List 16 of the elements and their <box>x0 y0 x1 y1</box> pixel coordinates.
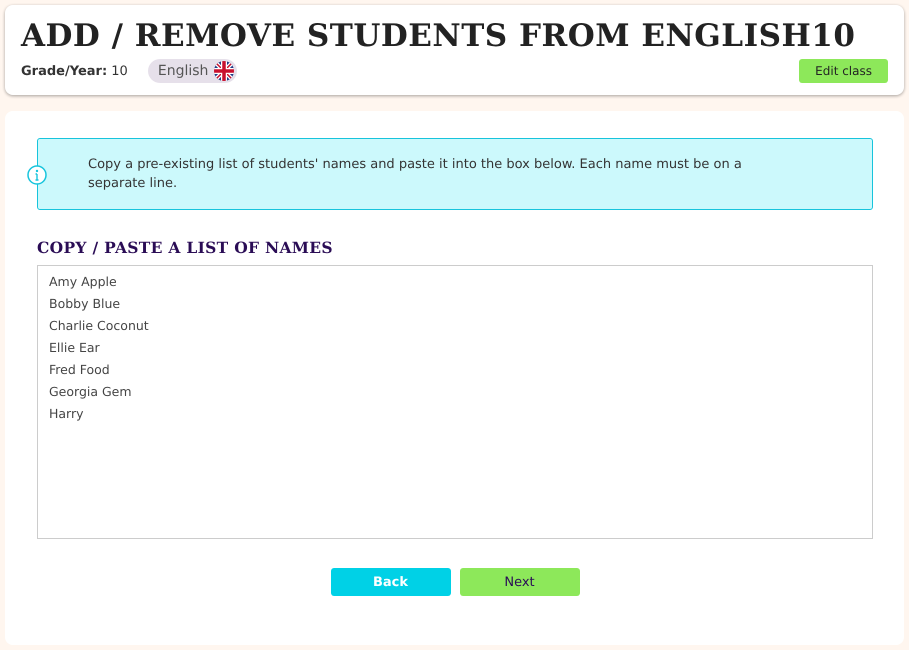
names-field[interactable]: Amy Apple Bobby Blue Charlie Coconut Ellie Ear Fred Food Georgia Gem Harry <box>37 265 873 539</box>
name-line: Harry <box>49 405 85 423</box>
flag-icon <box>214 61 234 81</box>
name-line: Charlie Coconut <box>49 317 150 335</box>
name-line: Bobby Blue <box>49 295 122 313</box>
edit-class-button[interactable]: Edit class <box>799 59 888 83</box>
section-title: COPY / PASTE A LIST OF NAMES <box>37 238 334 257</box>
grade-label: Grade/Year: 10 <box>21 64 128 78</box>
name-line: Ellie Ear <box>49 339 101 357</box>
page-title: ADD / REMOVE STUDENTS FROM ENGLISH10 <box>21 17 856 55</box>
name-line: Fred Food <box>49 361 111 379</box>
name-line: Georgia Gem <box>49 383 133 401</box>
info-text: Copy a pre-existing list of students' names and paste it into the box below. Each name must be on a separate line. <box>88 156 743 193</box>
name-line: Amy Apple <box>49 273 118 291</box>
next-button[interactable]: Next <box>460 568 580 596</box>
subject-label: English <box>158 63 208 79</box>
